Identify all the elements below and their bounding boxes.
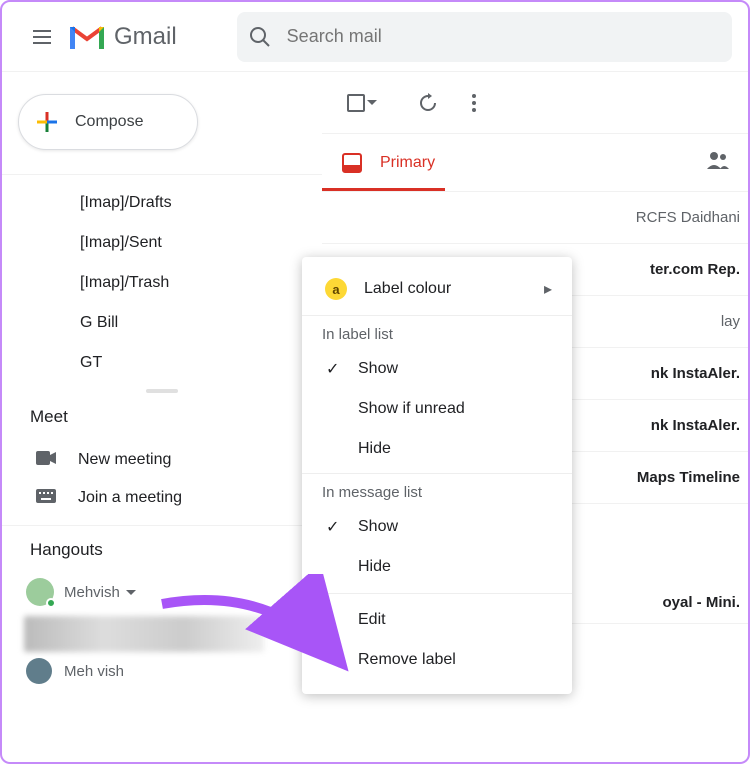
redacted-contact — [24, 616, 264, 652]
hamburger-icon — [33, 30, 51, 44]
email-sender: nk InstaAler. — [651, 365, 740, 382]
main-menu-button[interactable] — [18, 13, 66, 61]
select-all-checkbox[interactable] — [342, 83, 382, 123]
app-name: Gmail — [114, 23, 177, 51]
label-text: [Imap]/Drafts — [80, 194, 172, 212]
hangouts-user-name: Mehvish — [64, 584, 120, 601]
refresh-icon — [418, 93, 438, 113]
sidebar-label-imap-drafts[interactable]: [Imap]/Drafts — [2, 183, 322, 223]
menu-hide-text-2: Hide — [358, 558, 391, 576]
sidebar-label-imap-sent[interactable]: [Imap]/Sent — [2, 223, 322, 263]
search-bar[interactable] — [237, 12, 732, 62]
gmail-m-icon — [70, 24, 104, 50]
label-text: [Imap]/Trash — [80, 274, 169, 292]
chevron-right-icon: ▸ — [544, 279, 552, 299]
camera-icon — [36, 451, 58, 470]
email-sender: nk InstaAler. — [651, 417, 740, 434]
email-sender: lay — [721, 313, 740, 330]
chevron-down-icon — [126, 590, 136, 595]
plus-icon — [33, 108, 61, 136]
kebab-icon — [472, 94, 476, 112]
join-meeting-label: Join a meeting — [78, 489, 182, 507]
join-meeting-button[interactable]: Join a meeting — [2, 479, 322, 517]
menu-remove-text: Remove label — [358, 651, 456, 669]
email-sender: Maps Timeline — [637, 469, 740, 486]
chevron-down-icon — [367, 100, 377, 105]
menu-edit-text: Edit — [358, 611, 386, 629]
menu-remove-label[interactable]: Remove label — [302, 640, 572, 680]
keyboard-icon — [36, 489, 58, 508]
menu-show-in-message-list[interactable]: ✓ Show — [302, 507, 572, 547]
menu-show-text: Show — [358, 360, 398, 378]
email-sender: oyal - Mini. — [662, 594, 740, 611]
label-text: G Bill — [80, 314, 118, 332]
gmail-logo[interactable]: Gmail — [70, 23, 177, 51]
meet-section-title: Meet — [2, 393, 322, 441]
hangouts-user-row[interactable]: Mehvish — [2, 574, 322, 616]
tab-primary[interactable]: Primary — [322, 134, 455, 191]
menu-show-in-label-list[interactable]: ✓ Show — [302, 349, 572, 389]
menu-show-if-unread[interactable]: Show if unread — [302, 389, 572, 429]
compose-button[interactable]: Compose — [18, 94, 198, 150]
divider — [302, 593, 572, 594]
menu-hide-in-label-list[interactable]: Hide — [302, 429, 572, 469]
more-button[interactable] — [454, 83, 494, 123]
menu-hide-in-message-list[interactable]: Hide — [302, 547, 572, 587]
contact-name: Meh vish — [64, 663, 124, 680]
check-icon: ✓ — [326, 517, 358, 537]
avatar — [26, 578, 54, 606]
menu-label-colour[interactable]: a Label colour ▸ — [302, 267, 572, 311]
search-icon — [249, 26, 271, 48]
check-icon: ✓ — [326, 359, 358, 379]
tab-social-icon[interactable] — [706, 151, 730, 174]
menu-hide-text: Hide — [358, 440, 391, 458]
hangouts-contact-row[interactable]: Meh vish — [2, 652, 322, 684]
menu-show-unread-text: Show if unread — [358, 400, 465, 418]
refresh-button[interactable] — [408, 83, 448, 123]
search-input[interactable] — [287, 26, 720, 47]
new-meeting-label: New meeting — [78, 451, 171, 469]
sidebar-label-gbill[interactable]: G Bill — [2, 303, 322, 343]
new-meeting-button[interactable]: New meeting — [2, 441, 322, 479]
menu-edit[interactable]: Edit — [302, 600, 572, 640]
inbox-icon — [342, 153, 362, 173]
sidebar-label-gt[interactable]: GT — [2, 343, 322, 383]
avatar — [26, 658, 52, 684]
label-context-menu: a Label colour ▸ In label list ✓ Show Sh… — [302, 257, 572, 694]
email-sender: RCFS Daidhani — [636, 209, 740, 226]
menu-section-message-list: In message list — [302, 473, 572, 507]
compose-label: Compose — [75, 113, 143, 131]
colour-chip-icon: a — [325, 278, 347, 300]
contact-suffix: nk — [268, 627, 282, 642]
email-row[interactable]: RCFS Daidhani — [322, 192, 748, 244]
email-sender: ter.com Rep. — [650, 261, 740, 278]
menu-label-colour-text: Label colour — [364, 280, 451, 298]
tab-primary-label: Primary — [380, 154, 435, 172]
presence-dot-icon — [46, 598, 56, 608]
menu-section-label-list: In label list — [302, 315, 572, 349]
checkbox-icon — [347, 94, 365, 112]
label-text: [Imap]/Sent — [80, 234, 162, 252]
label-text: GT — [80, 354, 102, 372]
menu-show-text-2: Show — [358, 518, 398, 536]
hangouts-section-title: Hangouts — [2, 526, 322, 574]
sidebar-label-imap-trash[interactable]: [Imap]/Trash — [2, 263, 322, 303]
